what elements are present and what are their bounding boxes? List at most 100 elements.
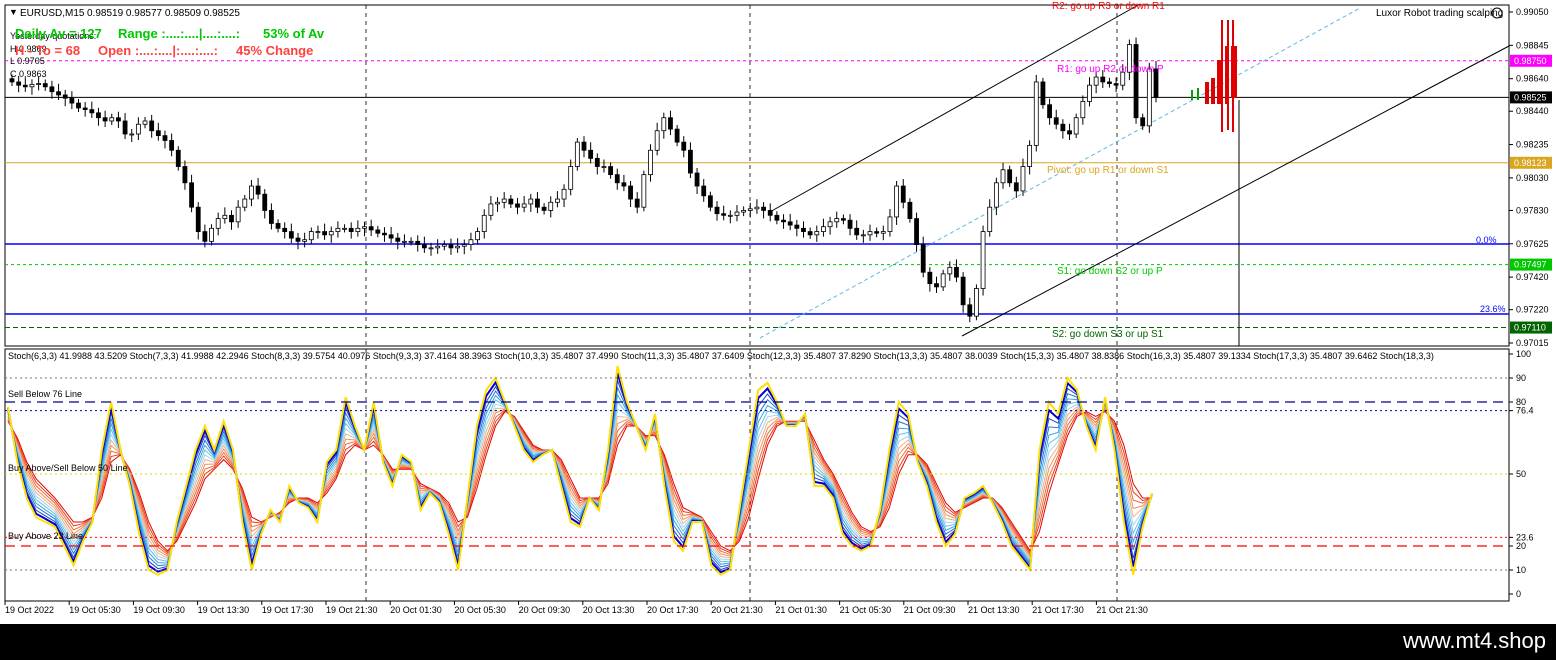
- s1-label: S1: go down S2 or up P: [1057, 266, 1163, 277]
- candle-bull: [554, 198, 560, 203]
- candle-bull: [880, 231, 886, 234]
- candle-bear: [787, 221, 793, 226]
- candle-bear: [76, 102, 81, 109]
- candle-bear: [594, 157, 600, 167]
- stoch-tick-label: 0: [1516, 589, 1521, 599]
- candle-bear: [82, 107, 88, 110]
- candle-bear: [288, 231, 294, 239]
- candle-bear: [794, 224, 800, 229]
- candle-bear: [927, 271, 933, 285]
- range-pct-label: 53% of Av: [263, 26, 325, 41]
- candle-bear: [182, 166, 188, 184]
- candle-bear: [761, 206, 766, 211]
- candle-bear: [508, 198, 514, 205]
- candle-bull: [601, 166, 607, 168]
- candle-bear: [674, 128, 680, 143]
- candle-bear: [668, 117, 673, 130]
- price-badge-label: 0.97110: [1514, 323, 1546, 333]
- candle-bear: [774, 214, 780, 221]
- candle-bear: [189, 182, 194, 208]
- time-tick-label: 20 Oct 21:30: [711, 605, 763, 615]
- candle-bear: [681, 141, 687, 151]
- dropdown-arrow-icon[interactable]: ▼: [9, 7, 18, 17]
- candle-bull: [249, 185, 254, 200]
- candle-bear: [56, 91, 61, 96]
- time-tick-label: 21 Oct 13:30: [968, 605, 1020, 615]
- candle-bull: [302, 239, 308, 242]
- candle-bull: [887, 216, 893, 232]
- price-tick-label: 0.98440: [1516, 106, 1549, 116]
- candle-bull: [209, 227, 214, 242]
- time-tick-label: 19 Oct 13:30: [198, 605, 250, 615]
- candle-bear: [282, 227, 288, 232]
- candle-bear: [122, 120, 128, 135]
- candle-bear: [275, 223, 281, 229]
- s2-label: S2: go down S3 or up S1: [1052, 329, 1164, 340]
- candle-bear: [169, 140, 175, 151]
- candle-bull: [1020, 166, 1026, 192]
- candle-bull: [36, 83, 42, 85]
- candle-bear: [1107, 81, 1112, 84]
- candle-bull: [993, 182, 999, 208]
- candle-bear: [874, 231, 880, 234]
- candle-bull: [561, 188, 567, 200]
- candle-bull: [495, 201, 500, 205]
- price-badge-label: 0.98123: [1514, 158, 1547, 168]
- price-badge-label: 0.98750: [1514, 56, 1547, 66]
- signal-green-tick: [1197, 88, 1199, 100]
- candle-bear: [960, 276, 966, 306]
- ohlc-label: 0.98519 0.98577 0.98509 0.98525: [87, 8, 240, 19]
- candle-bear: [515, 203, 520, 208]
- candle-bull: [468, 239, 474, 245]
- r2-label: R2: go up R3 or down R1: [1052, 1, 1165, 12]
- candle-bull: [129, 133, 135, 136]
- candle-bear: [634, 198, 640, 208]
- candle-bear: [382, 232, 387, 236]
- price-tick-label: 0.97830: [1516, 205, 1549, 215]
- candle-bear: [914, 218, 919, 245]
- chart-canvas[interactable]: 0.99050 0.98845 0.98640 0.98440 0.98235 0.980…: [0, 0, 1556, 624]
- candle-bull: [461, 244, 467, 247]
- candle-bear: [1113, 83, 1119, 86]
- candle-bull: [814, 231, 820, 236]
- mt4-chart-window[interactable]: 0.99050 0.98845 0.98640 0.98440 0.98235 0.980…: [0, 0, 1556, 624]
- candle-bull: [1073, 117, 1079, 135]
- candle-bear: [694, 172, 700, 187]
- candle-bull: [661, 117, 667, 132]
- signal-bar: [1205, 82, 1209, 104]
- candle-bull: [574, 141, 580, 167]
- time-tick-label: 20 Oct 05:30: [454, 605, 506, 615]
- candle-bear: [535, 198, 540, 208]
- stoch-axis: 100908076.45023.620100: [1509, 349, 1534, 599]
- candle-bear: [807, 231, 813, 236]
- price-panel-frame: [4, 4, 1510, 347]
- candle-bull: [335, 227, 341, 232]
- yesterday-close: C 0.9863: [10, 69, 47, 79]
- signal-wick: [1232, 20, 1234, 132]
- time-tick-label: 19 Oct 21:30: [326, 605, 378, 615]
- candle-bear: [588, 149, 594, 159]
- time-tick-label: 21 Oct 05:30: [840, 605, 892, 615]
- candle-bear: [421, 244, 427, 249]
- candle-bull: [1033, 81, 1039, 146]
- candle-bull: [1087, 84, 1092, 102]
- candle-bear: [954, 266, 959, 278]
- candle-bull: [827, 221, 833, 228]
- candle-bear: [62, 94, 68, 99]
- candle-bull: [727, 214, 733, 217]
- candle-bear: [1007, 169, 1013, 184]
- time-tick-label: 21 Oct 17:30: [1032, 605, 1084, 615]
- candle-bear: [707, 195, 713, 208]
- time-tick-label: 20 Oct 17:30: [647, 605, 699, 615]
- candle-bull: [834, 218, 840, 223]
- candle-bull: [974, 288, 979, 317]
- candle-bull: [362, 226, 367, 229]
- mid-50-label: Buy Above/Sell Below 50 Line: [8, 463, 128, 473]
- stoch-tick-label: 10: [1516, 565, 1526, 575]
- candle-bear: [1140, 117, 1146, 127]
- r1-label: R1: go up R2 or down P: [1057, 64, 1164, 75]
- candle-bull: [355, 227, 361, 232]
- candle-bull: [308, 231, 314, 241]
- candle-bear: [268, 210, 274, 224]
- stoch-tick-label: 50: [1516, 469, 1526, 479]
